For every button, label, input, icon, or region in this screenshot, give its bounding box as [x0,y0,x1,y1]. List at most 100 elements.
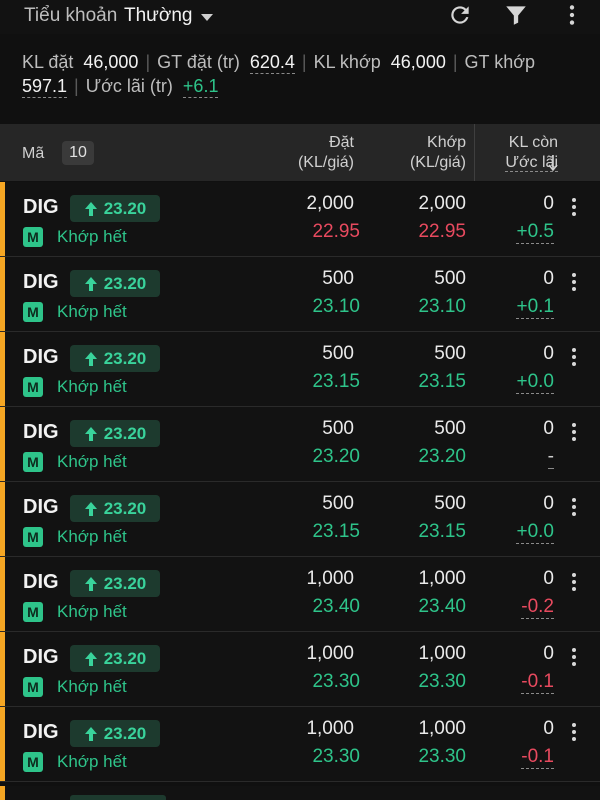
arrow-up-icon [84,351,97,366]
account-selector[interactable]: Thường [124,3,213,29]
uoc-lai: +0.0 [516,371,554,394]
dat-price: 23.40 [312,596,360,617]
uoc-lai: +0.1 [516,296,554,319]
khop-kl: 500 [434,268,466,289]
order-status: Khớp hết [57,227,127,246]
dat-price: 23.15 [312,371,360,392]
dat-kl: 500 [322,343,354,364]
uoc-lai: +0.0 [516,521,554,544]
dat-kl: 500 [322,418,354,439]
order-type-badge: M [23,677,43,697]
dat-price: 22.95 [312,221,360,242]
kl-con: 0 [543,268,554,289]
symbol: DIG [23,196,59,218]
row-more-icon[interactable] [563,569,585,595]
sort-arrow-icon[interactable] [547,154,559,172]
kl-con: 0 [543,493,554,514]
khop-kl: 1,000 [418,643,466,664]
ref-price-badge: 23.20 [70,720,160,747]
arrow-up-icon [84,501,97,516]
dat-kl: 1,000 [306,568,354,589]
table-row[interactable]: DIG 23.20 M Khớp hết 2,000 22.95 2,000 2… [0,182,600,257]
ref-price-badge: 23.20 [70,345,160,372]
gt-dat-label: GT đặt (tr) [157,52,240,72]
kl-con: 0 [543,568,554,589]
ref-price-badge: 23.20 [70,570,160,597]
gt-dat-value: 620.4 [249,52,295,74]
gt-khop-value: 597.1 [22,76,68,98]
order-status: Khớp hết [57,677,127,696]
order-summary: KL đặt 46,000 | GT đặt (tr) 620.4 | KL khớp … [22,52,536,98]
refresh-icon[interactable] [445,0,475,30]
order-status: Khớp hết [57,302,127,321]
kl-con: 0 [543,718,554,739]
kl-khop-value: 46,000 [390,52,446,72]
uoc-lai-value: +6.1 [182,76,219,98]
row-more-icon[interactable] [563,719,585,745]
row-more-icon[interactable] [563,644,585,670]
table-row[interactable]: DIG 23.20 M Khớp hết 500 23.10 500 23.10… [0,257,600,332]
column-divider [474,124,475,181]
arrow-up-icon [84,276,97,291]
account-value: Thường [124,5,193,26]
symbol: DIG [23,646,59,668]
order-type-badge: M [23,527,43,547]
khop-price: 23.30 [418,671,466,692]
order-status: Khớp hết [57,452,127,471]
dat-kl: 500 [322,493,354,514]
khop-price: 23.15 [418,371,466,392]
symbol: DIG [23,421,59,443]
table-row-partial [0,786,600,800]
kl-dat-label: KL đặt [22,52,74,72]
col-khop[interactable]: Khớp (KL/giá) [350,133,466,173]
more-vertical-icon[interactable] [557,0,587,30]
table-row[interactable]: DIG 23.20 M Khớp hết 1,000 23.30 1,000 2… [0,707,600,782]
dat-price: 23.10 [312,296,360,317]
dat-price: 23.30 [312,746,360,767]
gt-khop-label: GT khớp [464,52,536,72]
table-row[interactable]: DIG 23.20 M Khớp hết 500 23.15 500 23.15… [0,332,600,407]
uoc-lai-label: Ước lãi (tr) [85,76,173,96]
row-more-icon[interactable] [563,194,585,220]
filter-icon[interactable] [501,0,531,30]
ref-price-badge: 23.20 [70,270,160,297]
order-count-badge: 10 [62,141,94,165]
khop-price: 23.15 [418,521,466,542]
ref-price-badge: 23.20 [70,195,160,222]
table-row[interactable]: DIG 23.20 M Khớp hết 500 23.20 500 23.20… [0,407,600,482]
uoc-lai: -0.1 [521,671,554,694]
table-row[interactable]: DIG 23.20 M Khớp hết 1,000 23.40 1,000 2… [0,557,600,632]
caret-down-icon [200,13,213,21]
arrow-up-icon [84,576,97,591]
col-dat[interactable]: Đặt (KL/giá) [240,133,354,173]
dat-price: 23.15 [312,521,360,542]
uoc-lai: -0.1 [521,746,554,769]
khop-price: 23.10 [418,296,466,317]
khop-kl: 1,000 [418,568,466,589]
row-accent [0,182,5,256]
order-status: Khớp hết [57,527,127,546]
kl-con: 0 [543,343,554,364]
order-type-badge: M [23,752,43,772]
row-accent [0,632,5,706]
row-more-icon[interactable] [563,494,585,520]
table-row[interactable]: DIG 23.20 M Khớp hết 500 23.15 500 23.15… [0,482,600,557]
ref-price-badge: 23.20 [70,495,160,522]
dat-price: 23.30 [312,671,360,692]
order-type-badge: M [23,602,43,622]
order-status: Khớp hết [57,602,127,621]
table-row[interactable]: DIG 23.20 M Khớp hết 1,000 23.30 1,000 2… [0,632,600,707]
row-more-icon[interactable] [563,344,585,370]
order-type-badge: M [23,302,43,322]
col-klcon-uoclai[interactable]: KL còn Ước lãi [478,133,558,173]
symbol: DIG [23,721,59,743]
kl-khop-label: KL khớp [313,52,381,72]
row-more-icon[interactable] [563,419,585,445]
col-ma[interactable]: Mã [22,144,44,164]
khop-kl: 1,000 [418,718,466,739]
order-type-badge: M [23,377,43,397]
khop-kl: 500 [434,418,466,439]
row-more-icon[interactable] [563,269,585,295]
uoc-lai: -0.2 [521,596,554,619]
row-accent [0,557,5,631]
